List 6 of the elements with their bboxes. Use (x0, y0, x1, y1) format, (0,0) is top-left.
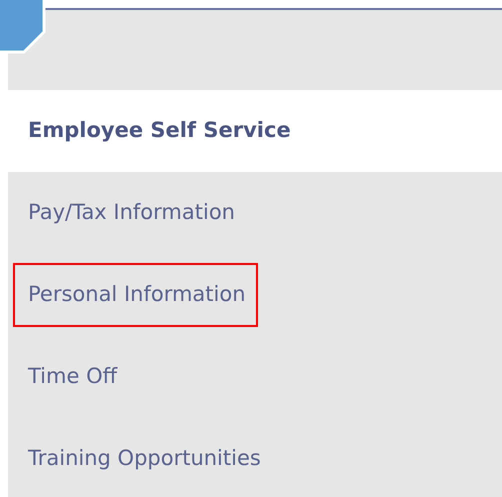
menu-link[interactable]: Personal Information (13, 263, 258, 327)
menu-link[interactable]: Training Opportunities (13, 427, 273, 491)
menu-heading: Employee Self Service (28, 117, 291, 144)
step-badge (0, 0, 46, 54)
menu-link[interactable]: Time Off (13, 345, 130, 409)
menu-link[interactable]: Pay/Tax Information (13, 181, 247, 245)
